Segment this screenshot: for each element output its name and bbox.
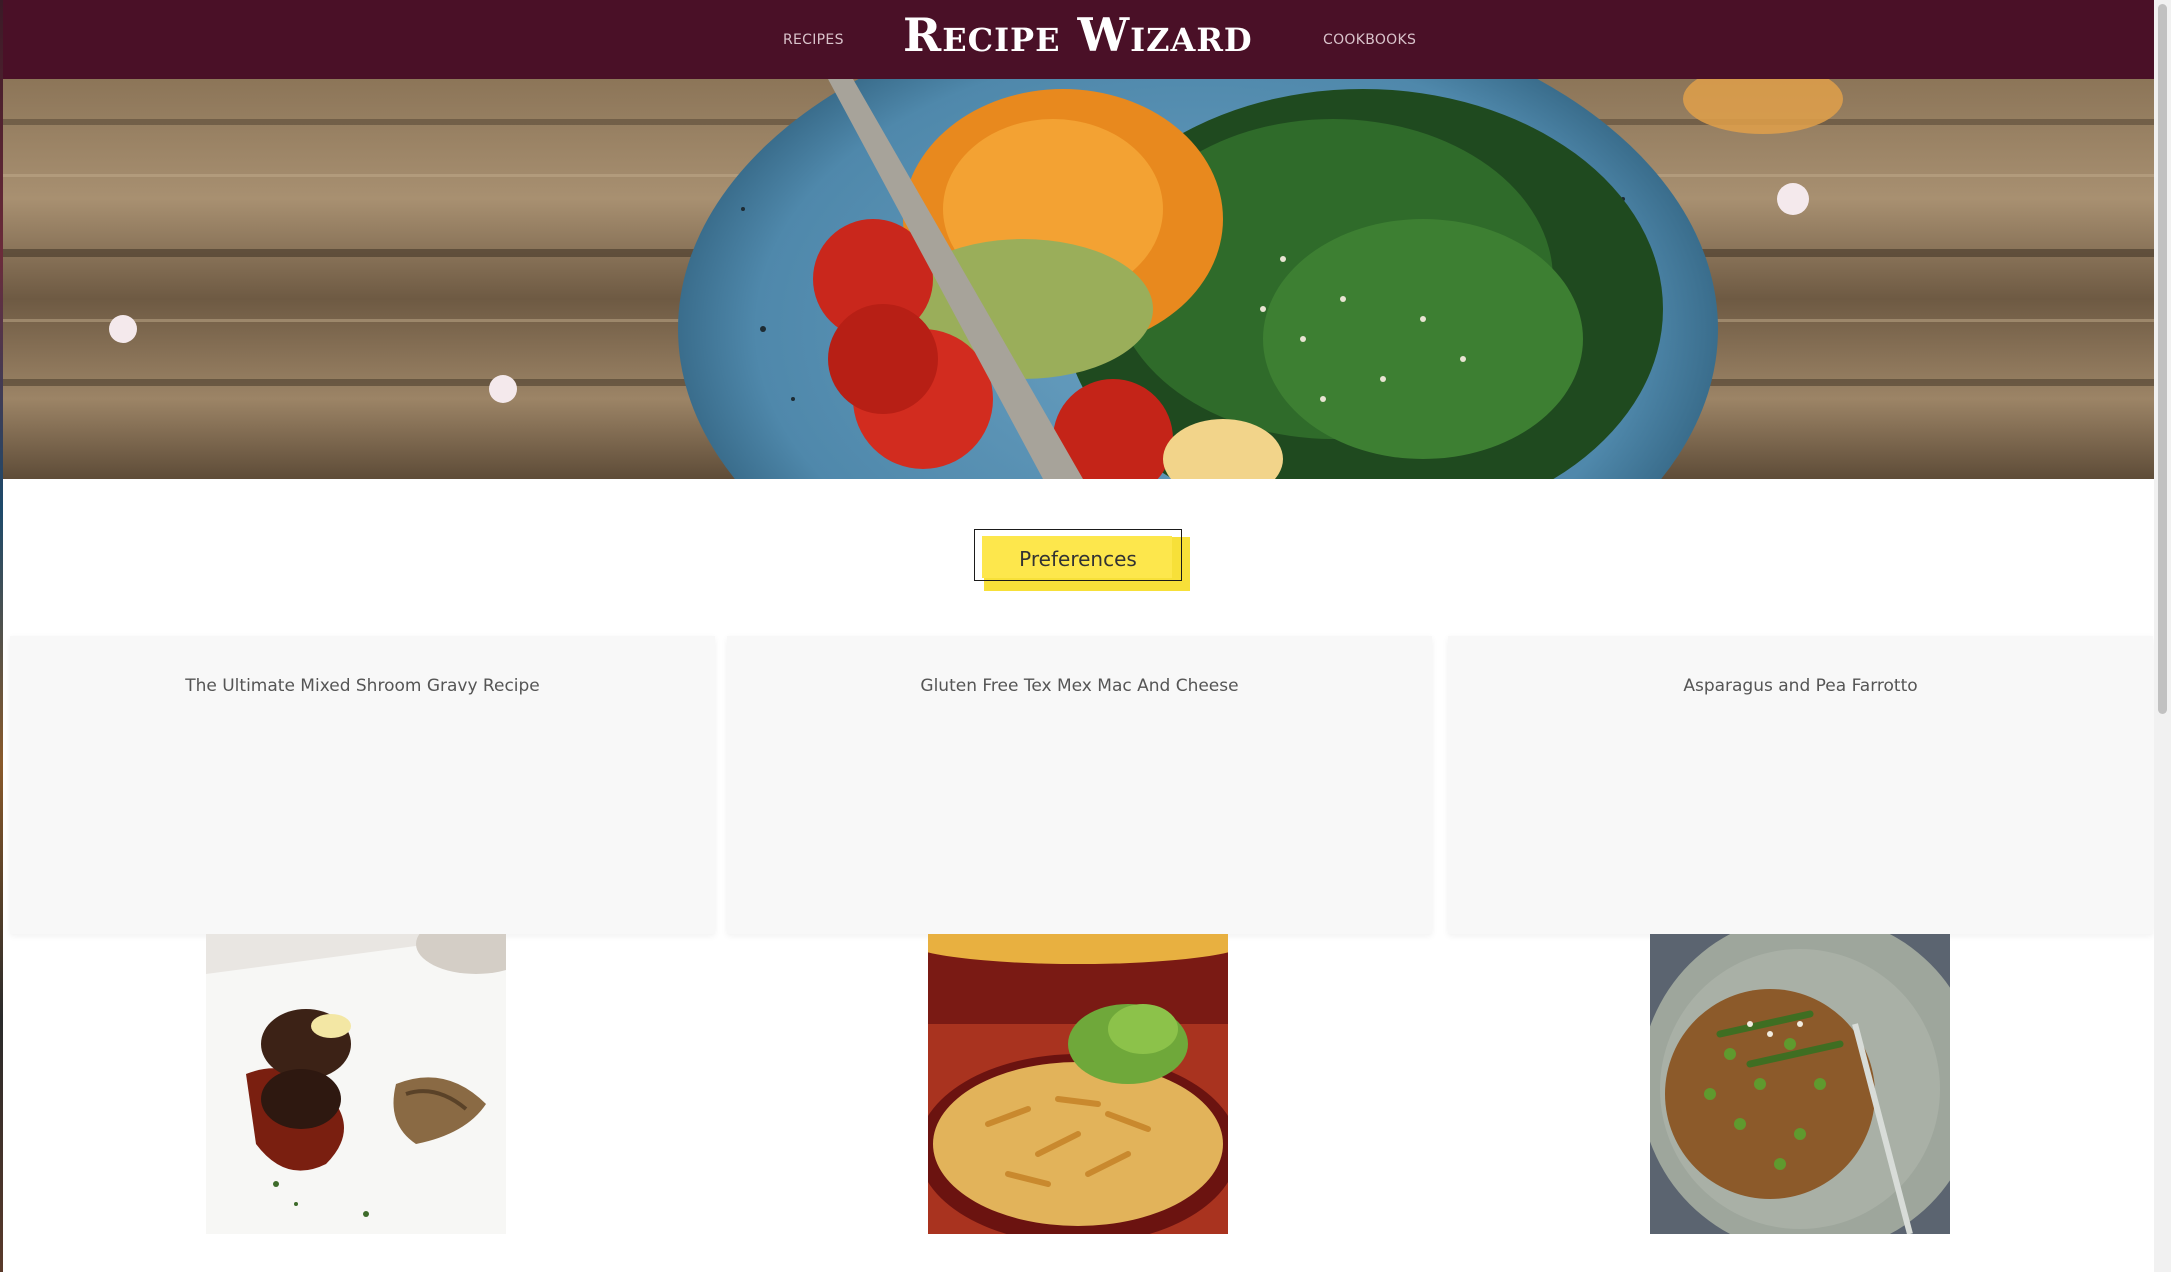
site-logo[interactable]: Recipe Wizard [903, 8, 1363, 62]
recipe-card-title: Asparagus and Pea Farrotto [1683, 676, 1918, 696]
recipe-image-mac-and-cheese[interactable] [928, 934, 1228, 1234]
hero-banner-image [3, 79, 2154, 479]
recipe-card-title: Gluten Free Tex Mex Mac And Cheese [920, 676, 1239, 696]
page-scrollbar[interactable] [2154, 0, 2171, 1272]
nav-cookbooks-link[interactable]: COOKBOOKS [1323, 32, 1416, 48]
preferences-control: Preferences [974, 529, 1190, 591]
recipe-image-farrotto[interactable] [1650, 934, 1950, 1234]
recipe-image-mushroom-gravy[interactable] [206, 934, 506, 1234]
recipe-card[interactable]: Gluten Free Tex Mex Mac And Cheese [727, 636, 1432, 934]
top-navigation-bar: RECIPES Recipe Wizard COOKBOOKS [3, 0, 2154, 79]
recipe-card[interactable]: Asparagus and Pea Farrotto [1448, 636, 2153, 934]
recipe-card-title: The Ultimate Mixed Shroom Gravy Recipe [185, 676, 540, 696]
nav-recipes-link[interactable]: RECIPES [783, 32, 844, 48]
preferences-button-label: Preferences [1019, 547, 1137, 571]
scrollbar-thumb[interactable] [2158, 4, 2167, 714]
recipe-card[interactable]: The Ultimate Mixed Shroom Gravy Recipe [10, 636, 715, 934]
